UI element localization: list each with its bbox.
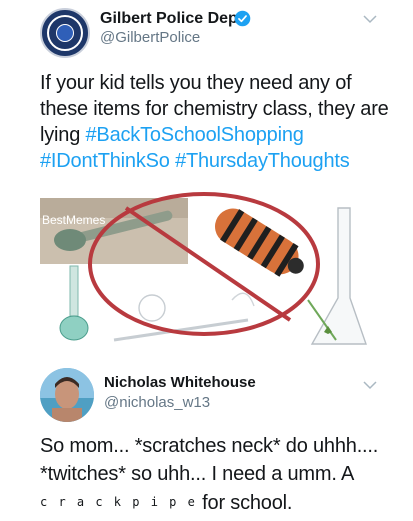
tweet-text-line: lying bbox=[40, 124, 86, 146]
tweet-media-image[interactable]: BestMemes bbox=[40, 188, 368, 360]
beaker-bong bbox=[310, 207, 367, 345]
reply-text-line: *twitches* so uhh... I need a umm. A bbox=[40, 463, 355, 485]
display-name[interactable]: Nicholas Whitehouse bbox=[104, 374, 256, 391]
tweet-reply: Nicholas Whitehouse @nicholas_w13 So mom… bbox=[0, 362, 413, 521]
small-bong-tube bbox=[69, 265, 79, 317]
handle[interactable]: @nicholas_w13 bbox=[104, 394, 210, 411]
avatar[interactable] bbox=[40, 368, 94, 422]
tweet-text-line: If your kid tells you they need any of bbox=[40, 72, 352, 94]
reply-text-end: for school. bbox=[196, 492, 293, 514]
police-badge-core bbox=[56, 24, 74, 42]
tweet-text-line: these items for chemistry class, they ar… bbox=[40, 98, 389, 120]
handle[interactable]: @GilbertPolice bbox=[100, 29, 200, 46]
display-name[interactable]: Gilbert Police Dept. bbox=[100, 10, 248, 28]
reply-text: So mom... *scratches neck* do uhhh.... *… bbox=[40, 432, 410, 517]
avatar-photo bbox=[40, 368, 94, 422]
reply-text-line: So mom... *scratches neck* do uhhh.... bbox=[40, 435, 379, 457]
chevron-down-icon[interactable] bbox=[363, 14, 377, 24]
hashtag-link[interactable]: #ThursdayThoughts bbox=[175, 150, 350, 172]
small-bong-base bbox=[59, 315, 89, 341]
chevron-down-icon[interactable] bbox=[363, 380, 377, 390]
verified-badge-icon bbox=[234, 10, 251, 27]
watermark-label: BestMemes bbox=[42, 213, 105, 227]
tweet-text: If your kid tells you they need any of t… bbox=[40, 70, 400, 174]
glass-ball bbox=[138, 294, 166, 322]
tweet-gilbert-police: Gilbert Police Dept. @GilbertPolice If y… bbox=[0, 0, 413, 360]
hashtag-link[interactable]: #IDontThinkSo bbox=[40, 150, 170, 172]
spaced-word: c r a c k p i p e bbox=[40, 495, 197, 509]
avatar[interactable] bbox=[40, 8, 90, 58]
glass-tube bbox=[113, 318, 249, 342]
inset-bowl bbox=[54, 229, 86, 251]
hashtag-link[interactable]: #BackToSchoolShopping bbox=[86, 124, 304, 146]
